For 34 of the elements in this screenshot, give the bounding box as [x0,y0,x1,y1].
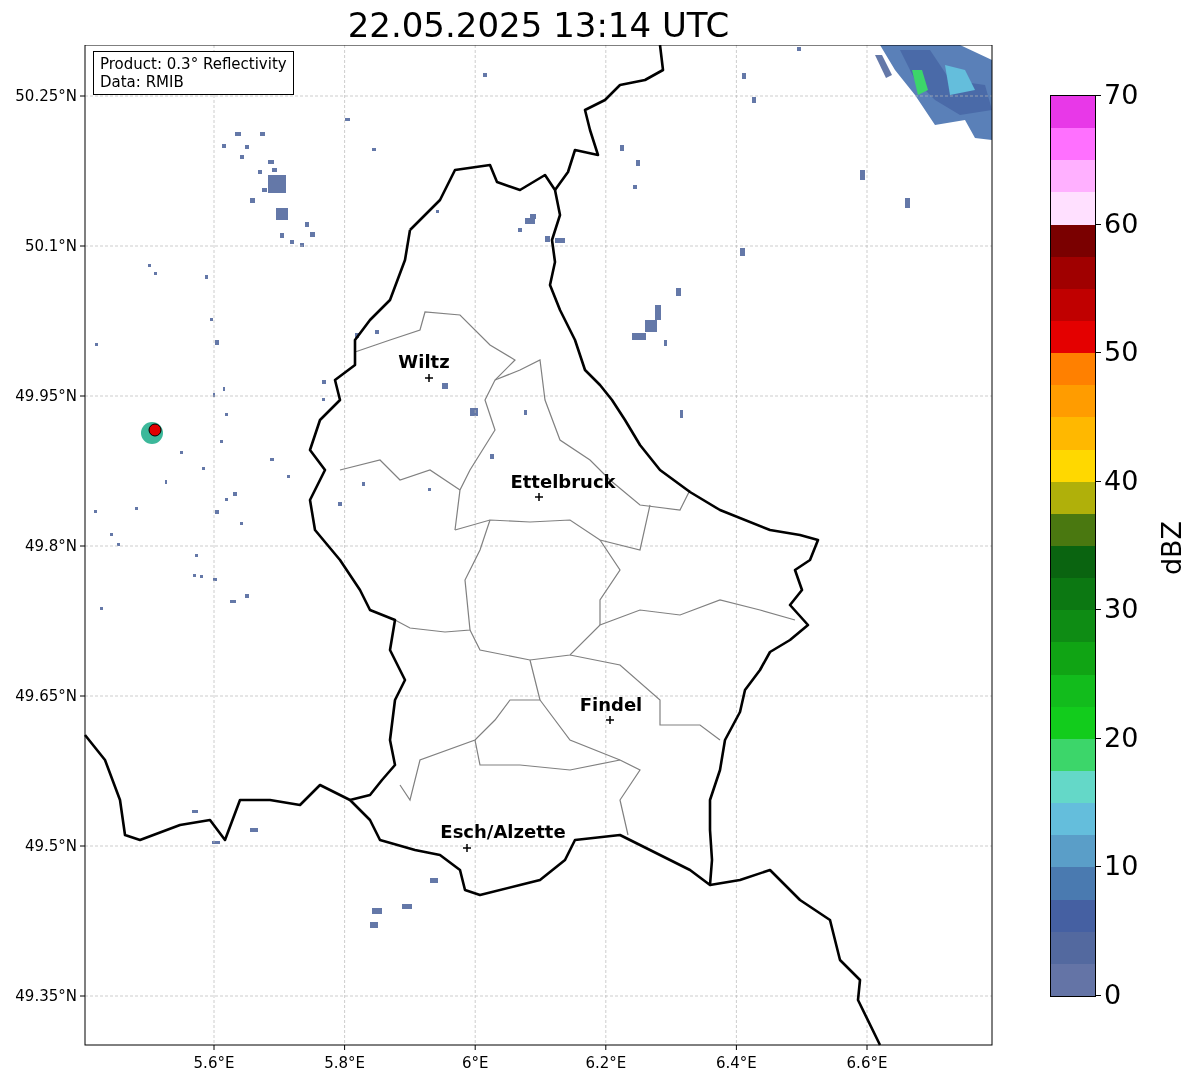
city-label: Wiltz [398,351,450,372]
colorbar-tick-label: 60 [1104,208,1139,239]
colorbar-tick-label: 40 [1104,465,1139,496]
longitude-label: 5.8°E [324,1054,365,1072]
latitude-label: 50.25°N [15,87,77,105]
colorbar-tick-label: 30 [1104,594,1139,625]
colorbar-tick-label: 70 [1104,80,1139,110]
longitude-label: 6.2°E [585,1054,627,1072]
city-marker-icon [462,843,472,853]
info-text: Product: 0.3° Reflectivity [100,55,287,73]
colorbar-tick-label: 50 [1104,337,1139,368]
city-marker-icon [424,373,434,383]
city-label: Esch/Alzette [440,821,566,842]
latitude-label: 49.5°N [24,837,77,855]
colorbar-tick-label: 0 [1104,980,1122,1010]
latitude-label: 49.65°N [15,687,77,705]
longitude-label: 6.4°E [716,1054,757,1072]
city-label: Findel [579,694,643,715]
longitude-label: 6°E [461,1054,489,1072]
radar-site-marker-icon [141,422,163,444]
chart-title: 22.05.2025 13:14 UTC [347,5,730,45]
latitude-label: 50.1°N [24,237,77,255]
city-marker-icon [605,715,615,725]
city-marker-icon [534,492,544,502]
colorbar-tick-label: 20 [1104,722,1139,753]
colorbar-label: dBZ [1157,520,1184,576]
latitude-label: 49.35°N [15,987,77,1005]
city-label: Ettelbruck [510,471,616,492]
info-text: Data: RMIB [100,73,185,91]
colorbar-tick-label: 10 [1104,851,1139,882]
longitude-label: 6.6°E [846,1054,888,1072]
latitude-label: 49.8°N [24,537,77,555]
latitude-label: 49.95°N [15,387,77,405]
longitude-label: 5.6°E [193,1054,235,1072]
